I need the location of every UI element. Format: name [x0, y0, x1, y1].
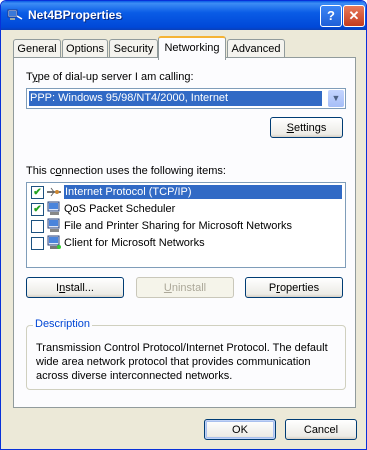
tcpip-checkbox[interactable]: ✔	[31, 186, 44, 199]
file-printer-sharing-checkbox[interactable]	[31, 220, 44, 233]
description-text: Transmission Control Protocol/Internet P…	[36, 342, 328, 382]
list-item-file-printer-sharing[interactable]: File and Printer Sharing for Microsoft N…	[29, 218, 341, 234]
server-type-label: Type of dial-up server I am calling:	[26, 71, 194, 83]
tab-networking[interactable]: Networking	[158, 36, 226, 60]
tab-options[interactable]: Options	[62, 39, 108, 58]
properties-dialog: Net4BProperties ? ✕ General Options Secu…	[0, 0, 367, 450]
list-item-tcpip[interactable]: ✔ Internet Protocol (TCP/IP)	[29, 184, 342, 200]
settings-button[interactable]: Settings	[270, 117, 343, 138]
server-type-dropdown[interactable]: PPP: Windows 95/98/NT4/2000, Internet ▼	[26, 88, 346, 109]
network-service-icon	[47, 218, 60, 232]
dialup-connection-icon	[7, 9, 23, 20]
ok-button[interactable]: OK	[204, 419, 276, 440]
description-title: Description	[33, 318, 93, 330]
tab-general[interactable]: General	[13, 39, 61, 58]
protocol-icon	[47, 187, 61, 197]
chevron-down-icon[interactable]: ▼	[328, 90, 344, 107]
properties-button[interactable]: Properties	[245, 277, 343, 298]
title-bar[interactable]: Net4BProperties ? ✕	[1, 1, 366, 30]
list-item-label: QoS Packet Scheduler	[64, 203, 176, 215]
close-button[interactable]: ✕	[343, 5, 365, 27]
window-title: Net4BProperties	[28, 8, 123, 22]
server-type-value: PPP: Windows 95/98/NT4/2000, Internet	[29, 91, 322, 106]
list-item-label: Internet Protocol (TCP/IP)	[64, 185, 342, 199]
ms-client-checkbox[interactable]	[31, 237, 44, 250]
install-button[interactable]: Install...	[26, 277, 124, 298]
network-client-icon	[47, 235, 61, 249]
list-item-qos[interactable]: ✔ QoS Packet Scheduler	[29, 201, 341, 217]
cancel-button[interactable]: Cancel	[285, 419, 357, 440]
list-item-ms-client[interactable]: Client for Microsoft Networks	[29, 235, 341, 251]
uninstall-button[interactable]: Uninstall	[136, 277, 234, 298]
help-button[interactable]: ?	[320, 5, 342, 27]
list-item-label: File and Printer Sharing for Microsoft N…	[64, 220, 293, 232]
tab-security[interactable]: Security	[109, 39, 158, 58]
list-item-label: Client for Microsoft Networks	[64, 237, 205, 249]
components-list[interactable]: ✔ Internet Protocol (TCP/IP) ✔ QoS Packe…	[26, 182, 346, 268]
tab-advanced[interactable]: Advanced	[227, 39, 285, 58]
networking-panel: Type of dial-up server I am calling: PPP…	[13, 57, 356, 408]
components-label: This connection uses the following items…	[26, 165, 226, 177]
qos-checkbox[interactable]: ✔	[31, 203, 44, 216]
description-group: Description Transmission Control Protoco…	[26, 318, 346, 390]
network-service-icon	[47, 201, 60, 215]
